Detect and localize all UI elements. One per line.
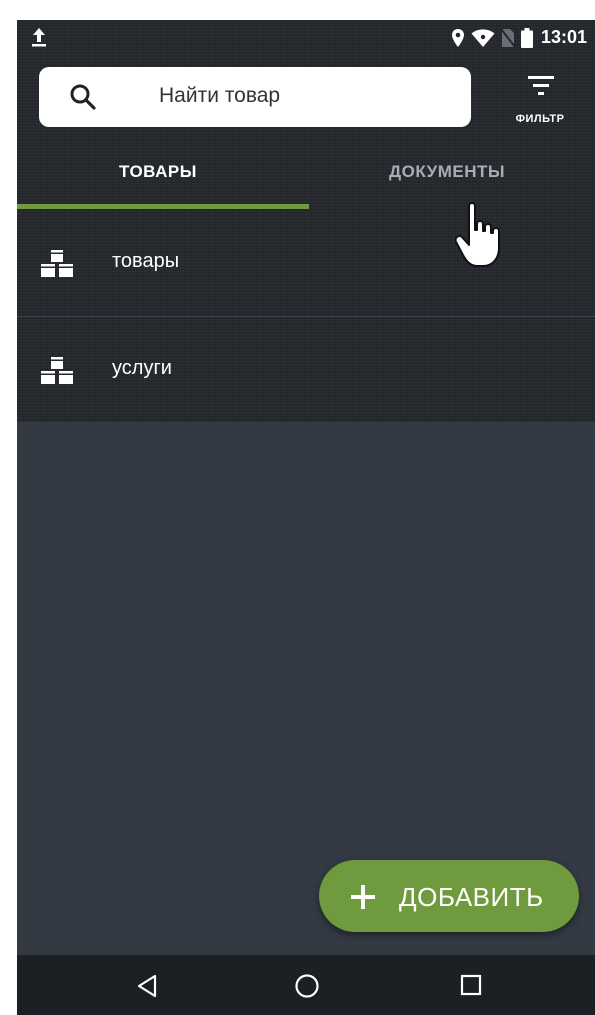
status-icons: 13:01 — [445, 27, 587, 48]
boxes-icon — [41, 357, 73, 384]
list-item[interactable]: услуги — [17, 317, 595, 423]
system-nav-bar — [17, 955, 595, 1015]
add-button[interactable]: ДОБАВИТЬ — [319, 860, 579, 932]
tab-documents[interactable]: ДОКУМЕНТЫ — [389, 162, 505, 182]
category-list: товары услуги — [17, 210, 595, 422]
recent-apps-icon[interactable] — [460, 974, 482, 996]
tab-goods[interactable]: ТОВАРЫ — [119, 162, 197, 182]
search-input[interactable]: Найти товар — [39, 67, 471, 127]
home-icon[interactable] — [294, 973, 320, 999]
upload-icon — [32, 28, 46, 47]
battery-icon — [520, 27, 533, 48]
filter-label: ФИЛЬТР — [515, 113, 565, 125]
list-item-label: услуги — [112, 357, 172, 379]
filter-icon — [528, 76, 554, 95]
wifi-icon — [471, 28, 495, 47]
list-item-label: товары — [112, 250, 180, 272]
status-time: 13:01 — [540, 27, 587, 47]
phone-screen: 13:01 Найти товар ФИЛЬТР ТОВАРЫ ДОКУМЕНТ… — [17, 20, 595, 1015]
tab-indicator — [17, 204, 309, 209]
search-icon[interactable] — [69, 83, 97, 111]
boxes-icon — [41, 250, 73, 277]
back-icon[interactable] — [135, 973, 159, 999]
app-header: 13:01 Найти товар ФИЛЬТР ТОВАРЫ ДОКУМЕНТ… — [17, 20, 595, 210]
add-button-label: ДОБАВИТЬ — [399, 882, 544, 912]
hand-pointer-icon — [454, 202, 500, 267]
no-sim-icon — [500, 27, 515, 48]
search-placeholder: Найти товар — [159, 84, 281, 107]
status-bar: 13:01 — [17, 20, 595, 56]
location-icon — [451, 28, 464, 47]
filter-button[interactable]: ФИЛЬТР — [505, 70, 575, 130]
plus-icon — [351, 885, 375, 909]
list-item[interactable]: товары — [17, 210, 595, 316]
